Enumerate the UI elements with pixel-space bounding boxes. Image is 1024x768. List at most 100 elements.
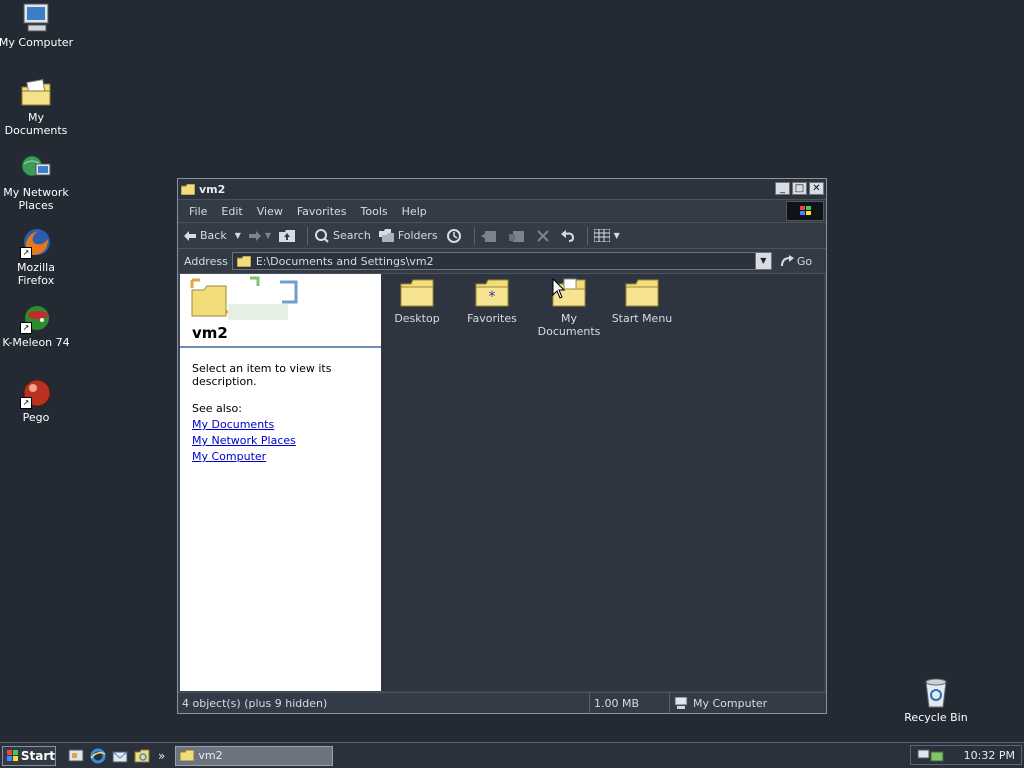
title-bar[interactable]: vm2 _ □ ✕ (178, 179, 826, 200)
clock[interactable]: 10:32 PM (964, 749, 1015, 762)
forward-dropdown-icon[interactable]: ▼ (265, 231, 271, 240)
menu-view[interactable]: View (250, 205, 290, 218)
network-globe-icon (20, 152, 52, 184)
search-icon (315, 229, 329, 243)
folders-button[interactable]: Folders (378, 229, 438, 242)
shortcut-arrow-icon: ↗ (20, 322, 32, 334)
start-label: Start (20, 748, 55, 763)
back-dropdown-icon[interactable]: ▼ (235, 231, 241, 240)
window-title: vm2 (199, 182, 226, 196)
minimize-button[interactable]: _ (775, 182, 790, 195)
desktop-icon-recycle-bin[interactable]: Recycle Bin (898, 677, 974, 724)
folder-item-my-documents[interactable]: My Documents (529, 278, 609, 338)
link-my-computer[interactable]: My Computer (192, 450, 369, 463)
back-button[interactable]: Back ▼ (184, 229, 241, 242)
task-pane-header: vm2 (180, 274, 381, 348)
status-bar: 4 object(s) (plus 9 hidden) 1.00 MB My C… (178, 692, 826, 713)
folder-item-start-menu[interactable]: Start Menu (604, 278, 680, 325)
folder-icon (180, 750, 195, 761)
windows-logo-icon (786, 201, 824, 221)
address-input[interactable]: E:\Documents and Settings\vm2 ▼ (231, 252, 772, 270)
favorites-folder-icon: * (475, 278, 509, 308)
address-dropdown-icon[interactable]: ▼ (754, 253, 771, 269)
outlook-express-icon[interactable] (112, 748, 128, 764)
system-tray: 10:32 PM (910, 745, 1022, 765)
quick-launch-overflow-icon[interactable]: » (158, 749, 165, 763)
explorer-window[interactable]: vm2 _ □ ✕ File Edit View Favorites Tools… (177, 178, 827, 714)
folder-icon (236, 255, 251, 267)
internet-explorer-icon[interactable] (90, 748, 106, 764)
folder-banner-icon (190, 276, 298, 320)
toolbar-separator (473, 226, 475, 245)
windows-flag-icon (7, 749, 18, 761)
desktop-icon-label: Mozilla Firefox (17, 261, 55, 287)
menu-help[interactable]: Help (395, 205, 434, 218)
views-button[interactable]: ▼ (593, 229, 620, 242)
history-button[interactable] (446, 228, 466, 244)
desktop-icon-k-meleon[interactable]: ↗ K-Meleon 74 (0, 302, 74, 349)
folder-item-favorites[interactable]: * Favorites (454, 278, 530, 325)
menu-file[interactable]: File (182, 205, 214, 218)
link-my-network-places[interactable]: My Network Places (192, 434, 369, 447)
go-button[interactable]: Go (780, 255, 812, 268)
taskbar-button-vm2[interactable]: vm2 (175, 745, 334, 766)
search-button[interactable]: Search (314, 228, 371, 243)
task-pane: vm2 Select an item to view its descripti… (180, 274, 381, 691)
move-to-icon (480, 230, 496, 242)
recycle-bin-icon (920, 677, 952, 709)
content-area: vm2 Select an item to view its descripti… (180, 274, 824, 691)
taskbar: Start » vm2 10:32 PM (0, 742, 1024, 768)
up-folder-button[interactable] (279, 229, 299, 242)
forward-arrow-icon (248, 230, 261, 241)
pego-icon: ↗ (20, 377, 52, 409)
move-to-button[interactable] (480, 229, 501, 243)
desktop-icon-my-documents[interactable]: My Documents (0, 77, 74, 137)
toolbar-separator (586, 226, 588, 245)
see-also-label: See also: (192, 402, 242, 415)
views-grid-icon (593, 229, 610, 242)
quick-launch: » (68, 748, 165, 764)
shortcut-arrow-icon: ↗ (20, 247, 32, 259)
back-label: Back (200, 229, 227, 242)
computer-icon (674, 697, 688, 709)
back-arrow-icon (184, 230, 196, 241)
description-text: Select an item to view its description. (192, 362, 332, 388)
folder-item-desktop[interactable]: Desktop (379, 278, 455, 325)
show-desktop-icon[interactable] (68, 748, 84, 764)
maximize-button[interactable]: □ (792, 182, 807, 195)
delete-button[interactable] (536, 229, 553, 242)
computer-icon (20, 2, 52, 34)
desktop-icon-my-computer[interactable]: My Computer (0, 2, 74, 49)
link-my-documents[interactable]: My Documents (192, 418, 369, 431)
menu-edit[interactable]: Edit (214, 205, 249, 218)
status-size: 1.00 MB (590, 693, 670, 713)
taskbar-button-label: vm2 (198, 749, 223, 762)
undo-button[interactable] (560, 229, 579, 242)
views-dropdown-icon[interactable]: ▼ (614, 231, 620, 240)
network-tray-icon[interactable] (917, 748, 947, 762)
copy-to-icon (508, 230, 524, 242)
shortcut-arrow-icon: ↗ (20, 397, 32, 409)
forward-button[interactable]: ▼ (248, 230, 271, 241)
desktop-icon-my-network-places[interactable]: My Network Places (0, 152, 74, 212)
folder-item-label: Favorites (467, 312, 517, 325)
desktop-icon-pego[interactable]: ↗ Pego (0, 377, 74, 424)
file-list-pane[interactable]: Desktop * Favorites My Documents Start M… (381, 274, 824, 691)
standard-toolbar: Back ▼ ▼ Search Folders ▼ (178, 223, 826, 249)
toolbar-separator (307, 226, 309, 245)
desktop-icon-label: Pego (22, 411, 50, 424)
menu-favorites[interactable]: Favorites (290, 205, 354, 218)
menu-tools[interactable]: Tools (354, 205, 395, 218)
up-folder-icon (279, 230, 296, 242)
firefox-icon: ↗ (20, 227, 52, 259)
status-zone: My Computer (670, 693, 767, 713)
copy-to-button[interactable] (508, 229, 529, 243)
status-objects: 4 object(s) (plus 9 hidden) (178, 693, 590, 713)
explorer-folder-icon[interactable] (134, 748, 150, 764)
desktop-icon-mozilla-firefox[interactable]: ↗ Mozilla Firefox (0, 227, 74, 287)
address-bar: Address E:\Documents and Settings\vm2 ▼ … (178, 249, 826, 274)
delete-x-icon (536, 229, 549, 242)
go-label: Go (796, 254, 813, 268)
start-button[interactable]: Start (2, 745, 56, 766)
close-button[interactable]: ✕ (809, 182, 824, 195)
